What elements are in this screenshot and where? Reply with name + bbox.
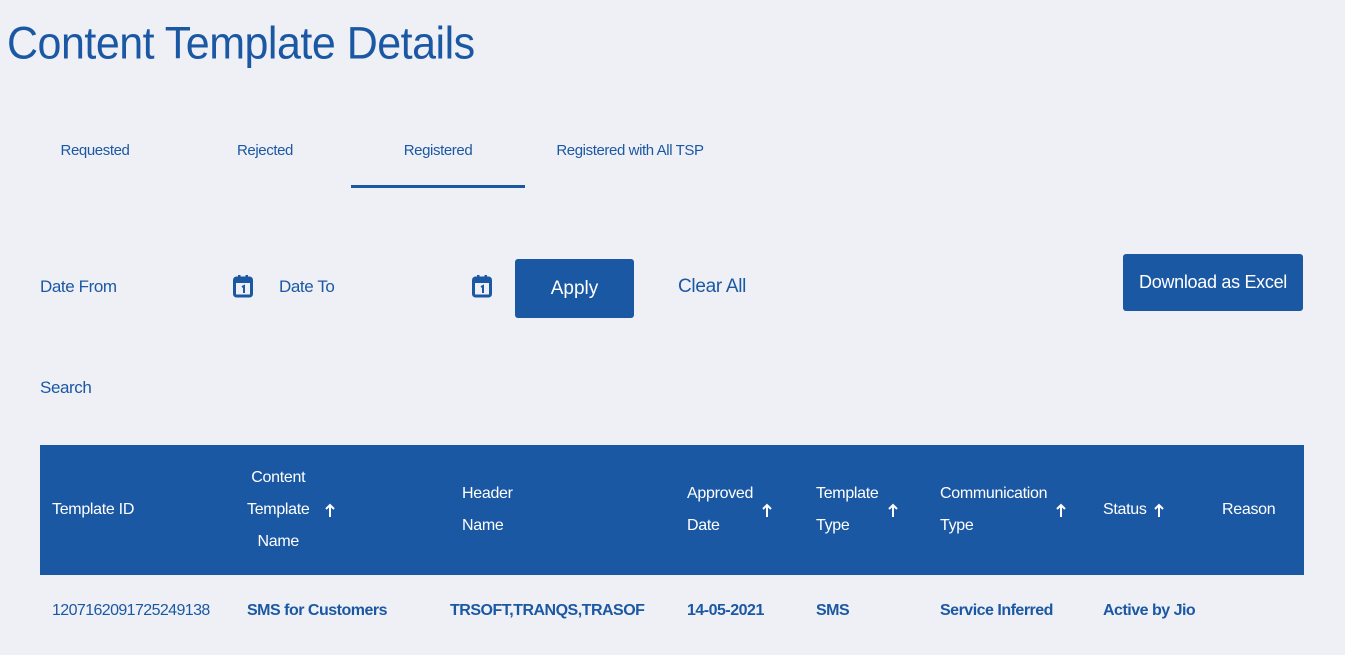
tab-registered[interactable]: Registered: [351, 130, 525, 188]
column-header-communication-type[interactable]: Communication Type: [940, 445, 1067, 575]
cell-communication-type: Service Inferred: [940, 602, 1053, 619]
filter-bar: Date From Date To Apply Clear All Downlo…: [0, 254, 1345, 325]
tab-label: Rejected: [236, 142, 293, 159]
table-body: 1207162091725249138 SMS for Customers TR…: [40, 575, 1304, 650]
search-field[interactable]: Search: [40, 378, 92, 398]
arrow-up-icon[interactable]: [1055, 502, 1067, 518]
status-tabs: Requested Rejected Registered Registered…: [0, 130, 760, 190]
cell-template-type: SMS: [816, 602, 850, 619]
tab-label: Registered: [403, 142, 473, 159]
tab-registered-with-all-tsp[interactable]: Registered with All TSP: [525, 130, 735, 188]
templates-table: Template ID Content Template Name Header…: [40, 445, 1304, 650]
column-header-approved-date[interactable]: Approved Date: [687, 445, 773, 575]
date-from-field[interactable]: Date From: [40, 277, 117, 297]
content-template-details-page: Content Template Details Requested Rejec…: [0, 0, 1345, 655]
cell-template-id: 1207162091725249138: [52, 602, 210, 619]
apply-button[interactable]: Apply: [515, 259, 634, 318]
column-header-content-template-name[interactable]: Content Template Name: [247, 445, 336, 575]
column-header-header-name: Header Name: [462, 485, 513, 534]
tab-requested[interactable]: Requested: [40, 130, 150, 188]
arrow-up-icon[interactable]: [887, 502, 899, 518]
tab-label: Requested: [60, 142, 130, 159]
calendar-icon[interactable]: [233, 274, 253, 298]
download-excel-button[interactable]: Download as Excel: [1123, 254, 1303, 311]
clear-all-button[interactable]: Clear All: [678, 276, 746, 298]
column-header-template-id: Template ID: [52, 501, 135, 518]
table-row[interactable]: 1207162091725249138 SMS for Customers TR…: [40, 575, 1304, 650]
arrow-up-icon[interactable]: [761, 502, 773, 518]
column-header-template-type[interactable]: Template Type: [816, 445, 899, 575]
cell-content-template-name: SMS for Customers: [247, 602, 387, 619]
page-title: Content Template Details: [7, 18, 475, 70]
tab-label: Registered with All TSP: [556, 142, 704, 159]
cell-approved-date: 14-05-2021: [687, 602, 764, 619]
arrow-up-icon[interactable]: [1153, 502, 1165, 518]
tab-rejected[interactable]: Rejected: [205, 130, 325, 188]
cell-header-name: TRSOFT,TRANQS,TRASOF: [450, 602, 645, 619]
date-to-field[interactable]: Date To: [279, 277, 335, 297]
column-header-reason: Reason: [1222, 501, 1276, 518]
cell-status: Active by Jio: [1103, 602, 1196, 619]
arrow-up-icon[interactable]: [324, 502, 336, 518]
column-header-status[interactable]: Status: [1103, 445, 1165, 575]
calendar-icon[interactable]: [472, 274, 492, 298]
table-header: Template ID Content Template Name Header…: [40, 445, 1304, 575]
